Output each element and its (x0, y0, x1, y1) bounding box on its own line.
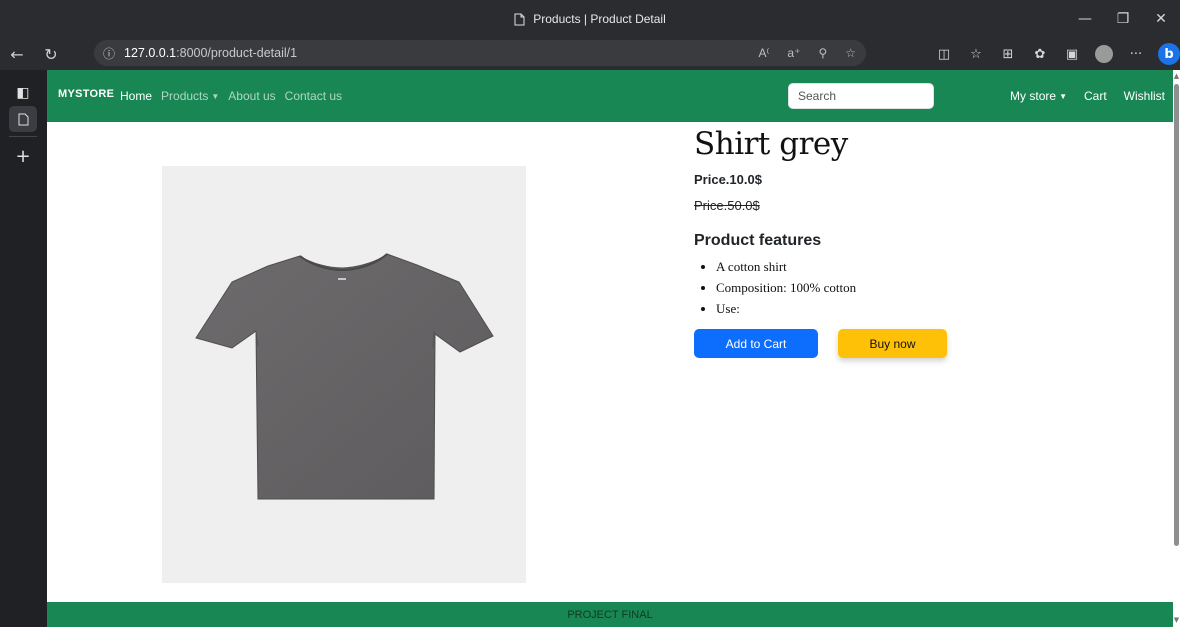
profile-avatar[interactable] (1095, 45, 1113, 63)
browser-title-bar: Products | Product Detail — ❐ ✕ (0, 0, 1180, 38)
feature-item: Use: (716, 298, 1154, 319)
screenshot-icon[interactable]: ▣ (1056, 38, 1088, 70)
nav-link-products[interactable]: Products ▼ (161, 89, 219, 103)
feature-item: Composition: 100% cotton (716, 277, 1154, 298)
scroll-up-icon[interactable]: ▲ (1173, 72, 1180, 80)
nav-right-links: My store ▼ Cart Wishlist (1010, 70, 1165, 122)
nav-link-home[interactable]: Home (120, 89, 152, 103)
split-screen-icon[interactable]: ◫ (928, 38, 960, 70)
browser-toolbar: ← ↻ ⓘ 127.0.0.1:8000/product-detail/1 A⁽… (0, 38, 1180, 70)
page-scrollbar[interactable]: ▲ ▼ (1173, 70, 1180, 627)
refresh-icon[interactable]: ↻ (34, 38, 68, 70)
product-price: Price.10.0$ (694, 172, 762, 187)
search-input[interactable] (788, 83, 934, 109)
product-title: Shirt grey (694, 126, 848, 162)
site-navbar: MYSTORE Home Products ▼ About us Contact … (47, 70, 1173, 122)
tshirt-image (195, 253, 494, 500)
tab-actions-icon[interactable]: ◧ (9, 80, 37, 106)
footer-text: PROJECT FINAL (567, 608, 653, 621)
browser-sidebar: ◧ + (0, 70, 47, 627)
nav-link-my-store[interactable]: My store ▼ (1010, 89, 1067, 103)
translate-icon[interactable]: a⁺ (787, 46, 800, 60)
product-details: Shirt grey Price.10.0$ Price.50.0$ Produ… (694, 124, 1154, 358)
nav-links: Home Products ▼ About us Contact us (120, 70, 342, 122)
read-aloud-icon[interactable]: A⁽ (758, 46, 769, 60)
site-footer: PROJECT FINAL (47, 602, 1173, 627)
buy-now-button[interactable]: Buy now (838, 329, 947, 358)
window-title: Products | Product Detail (0, 0, 1180, 38)
active-tab-icon[interactable] (9, 106, 37, 132)
sidebar-divider (9, 136, 37, 137)
nav-link-wishlist[interactable]: Wishlist (1124, 89, 1165, 103)
add-to-cart-button[interactable]: Add to Cart (694, 329, 818, 358)
scrollbar-thumb[interactable] (1174, 84, 1179, 546)
action-buttons: Add to Cart Buy now (694, 329, 1154, 358)
new-tab-icon[interactable]: + (9, 143, 37, 169)
page-icon (514, 13, 525, 25)
more-icon[interactable]: ··· (1120, 38, 1152, 70)
features-list: A cotton shirt Composition: 100% cotton … (694, 256, 1154, 319)
features-heading: Product features (694, 232, 822, 249)
chevron-down-icon: ▼ (1059, 92, 1067, 101)
page-viewport: MYSTORE Home Products ▼ About us Contact … (47, 70, 1173, 627)
nav-link-contact[interactable]: Contact us (285, 89, 342, 103)
scroll-down-icon[interactable]: ▼ (1173, 616, 1180, 624)
extensions-icon[interactable]: ✿ (1024, 38, 1056, 70)
back-icon[interactable]: ← (0, 38, 34, 70)
address-bar[interactable]: ⓘ 127.0.0.1:8000/product-detail/1 A⁽ a⁺ … (94, 40, 866, 66)
nav-link-about[interactable]: About us (228, 89, 275, 103)
brand-logo[interactable]: MYSTORE (58, 88, 114, 100)
close-icon[interactable]: ✕ (1142, 0, 1180, 38)
nav-link-cart[interactable]: Cart (1084, 89, 1107, 103)
bing-icon[interactable]: b (1158, 43, 1180, 65)
feature-item: A cotton shirt (716, 256, 1154, 277)
favorite-icon[interactable]: ☆ (845, 46, 856, 60)
chevron-down-icon: ▼ (211, 92, 220, 101)
nav-link-my-store-label: My store (1010, 89, 1057, 103)
favorites-list-icon[interactable]: ☆ (960, 38, 992, 70)
url-host: 127.0.0.1 (124, 46, 177, 60)
nav-link-products-label: Products (161, 89, 209, 103)
product-image (162, 166, 526, 583)
product-old-price: Price.50.0$ (694, 198, 760, 213)
zoom-icon[interactable]: ⚲ (818, 46, 827, 60)
restore-icon[interactable]: ❐ (1104, 0, 1142, 38)
url-path: :8000/product-detail/1 (176, 46, 298, 60)
collections-icon[interactable]: ⊞ (992, 38, 1024, 70)
minimize-icon[interactable]: — (1066, 0, 1104, 38)
window-title-text: Products | Product Detail (533, 12, 666, 26)
info-icon[interactable]: ⓘ (94, 45, 124, 62)
